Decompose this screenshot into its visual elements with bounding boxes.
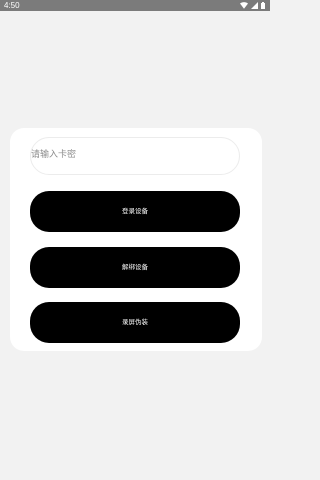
signal-icon — [251, 2, 258, 9]
battery-icon — [261, 2, 265, 9]
unbind-device-button[interactable]: 解绑设备 — [30, 247, 240, 288]
wifi-icon — [240, 2, 248, 9]
status-bar: 4:50 — [0, 0, 270, 11]
main-card: 请输入卡密 登录设备 解绑设备 录屏伪装 — [10, 128, 262, 351]
screen-record-disguise-button[interactable]: 录屏伪装 — [30, 302, 240, 343]
status-time: 4:50 — [4, 1, 20, 10]
card-key-input[interactable]: 请输入卡密 — [30, 137, 240, 175]
login-device-button[interactable]: 登录设备 — [30, 191, 240, 232]
status-icons — [240, 2, 265, 9]
card-key-placeholder: 请输入卡密 — [31, 150, 77, 160]
